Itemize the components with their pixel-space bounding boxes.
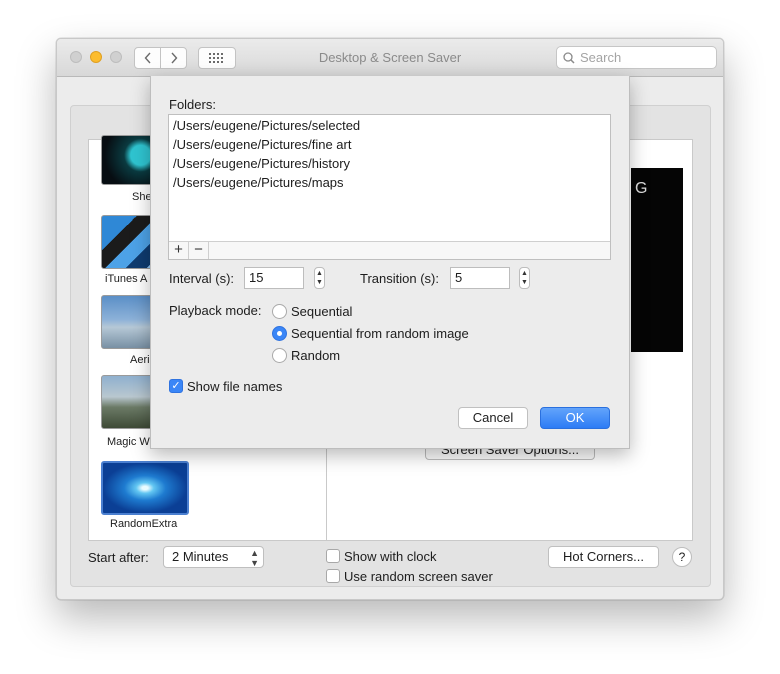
search-icon: [563, 51, 575, 64]
folder-item[interactable]: /Users/eugene/Pictures/fine art: [173, 137, 351, 152]
checkmark-icon: ✓: [171, 380, 181, 392]
show-clock-checkbox[interactable]: [326, 549, 340, 563]
transition-field[interactable]: 5: [450, 267, 510, 289]
saver-label: She: [132, 191, 152, 203]
folder-item[interactable]: /Users/eugene/Pictures/maps: [173, 175, 344, 190]
playback-random-radio[interactable]: [272, 348, 287, 363]
add-folder-button[interactable]: +: [169, 242, 189, 259]
start-after-value: 2 Minutes: [172, 549, 229, 564]
slideshow-options-sheet: Folders: /Users/eugene/Pictures/selected…: [150, 76, 630, 449]
transition-stepper[interactable]: ▲ ▼: [519, 267, 530, 289]
show-clock-label: Show with clock: [344, 549, 437, 564]
start-after-label: Start after:: [88, 550, 149, 565]
show-file-names-label: Show file names: [187, 379, 283, 394]
interval-stepper[interactable]: ▲ ▼: [314, 267, 325, 289]
playback-sequential-random-radio[interactable]: [272, 326, 287, 341]
folder-item[interactable]: /Users/eugene/Pictures/selected: [173, 118, 360, 133]
random-saver-label: Use random screen saver: [344, 569, 493, 584]
search-field[interactable]: Search: [556, 46, 717, 69]
playback-option-label: Sequential from random image: [291, 326, 469, 341]
preview-text: G: [635, 180, 648, 197]
transition-label: Transition (s):: [360, 271, 439, 286]
folder-item[interactable]: /Users/eugene/Pictures/history: [173, 156, 350, 171]
playback-option-label: Random: [291, 348, 341, 363]
playback-sequential-radio[interactable]: [272, 304, 287, 319]
saver-label: Aeri: [130, 354, 150, 366]
folders-list[interactable]: /Users/eugene/Pictures/selected /Users/e…: [168, 114, 611, 260]
show-file-names-checkbox[interactable]: ✓: [169, 379, 183, 393]
search-placeholder: Search: [580, 50, 622, 65]
playback-option-label: Sequential: [291, 304, 353, 319]
interval-label: Interval (s):: [169, 271, 235, 286]
help-button[interactable]: ?: [672, 547, 692, 567]
title-bar: Desktop & Screen Saver Search: [57, 39, 723, 77]
saver-label: Magic W: [107, 436, 150, 448]
remove-folder-button[interactable]: −: [189, 242, 209, 259]
random-extra-thumbnail[interactable]: [101, 461, 189, 515]
hot-corners-button[interactable]: Hot Corners...: [548, 546, 659, 568]
start-after-select[interactable]: 2 Minutes ▲ ▼: [163, 546, 264, 568]
preview-image: G: [631, 168, 683, 352]
playback-mode-label: Playback mode:: [169, 303, 262, 318]
saver-label: iTunes A: [105, 273, 148, 285]
updown-arrows-icon: ▲ ▼: [250, 548, 259, 568]
random-saver-checkbox[interactable]: [326, 569, 340, 583]
folders-label: Folders:: [169, 97, 216, 112]
saver-label: RandomExtra: [110, 518, 178, 530]
cancel-button[interactable]: Cancel: [458, 407, 528, 429]
folder-list-toolbar: + −: [169, 241, 610, 259]
ok-button[interactable]: OK: [540, 407, 610, 429]
interval-field[interactable]: 15: [244, 267, 304, 289]
